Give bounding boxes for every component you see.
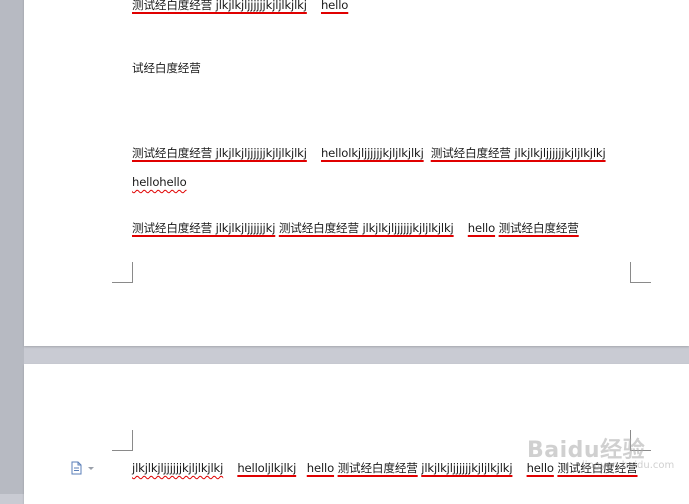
text-run[interactable]: 测试经白度经营 jlkjlkjljjjjjjkjljlkjlkj bbox=[431, 146, 606, 160]
margin-corner-bottom-right bbox=[630, 262, 651, 283]
margin-corner-top-left bbox=[112, 430, 133, 451]
text-run[interactable]: 测试经白度经营 jlkjlkjljjjjjjkjljlkjlkj bbox=[132, 0, 307, 12]
text-run[interactable]: 测试经白度经营 bbox=[338, 461, 418, 475]
paragraph-2-line-1[interactable]: 测试经白度经营 jlkjlkjljjjjjjkj 测试经白度经营 jlkjlkj… bbox=[132, 220, 579, 236]
text-run[interactable]: 测试经白度经营 jlkjlkjljjjjjjkjljlkjlkj bbox=[132, 146, 307, 160]
text-run[interactable]: helloljlkjlkj bbox=[237, 461, 296, 475]
paragraph-1-line-2[interactable]: hellohello bbox=[132, 174, 187, 190]
text-run[interactable]: 测试经白度经营 bbox=[499, 221, 579, 235]
text-run[interactable]: jlkjlkjljjjjjjkjljlkjlkj bbox=[421, 461, 512, 475]
text-line-top[interactable]: 测试经白度经营 jlkjlkjljjjjjjkjljlkjlkj hello bbox=[132, 0, 348, 13]
left-margin-bar bbox=[0, 0, 24, 494]
text-run[interactable]: hello bbox=[307, 461, 334, 475]
baidu-watermark: Baidu经验 jingyan.baidu.com bbox=[527, 432, 674, 471]
margin-corner-bottom-left bbox=[112, 262, 133, 283]
text-run[interactable]: 测试经白度经营 jlkjlkjljjjjjjkjljlkjlkj bbox=[279, 221, 454, 235]
text-run[interactable]: hellohello bbox=[132, 175, 187, 189]
document-page-1[interactable]: 测试经白度经营 jlkjlkjljjjjjjkjljlkjlkj hello 试… bbox=[24, 0, 689, 346]
paragraph-1-line-1[interactable]: 测试经白度经营 jlkjlkjljjjjjjkjljlkjlkj hellolk… bbox=[132, 145, 606, 161]
document-icon bbox=[71, 461, 94, 475]
watermark-sub: jingyan.baidu.com bbox=[582, 460, 675, 471]
text-line-plain[interactable]: 试经白度经营 bbox=[132, 60, 201, 76]
text-run[interactable]: hello bbox=[321, 0, 348, 12]
text-run[interactable]: 测试经白度经营 jlkjlkjljjjjjjkj bbox=[132, 221, 275, 235]
text-run[interactable]: hellolkjljjjjjjkjljlkjlkj bbox=[321, 146, 424, 160]
paste-options-button[interactable] bbox=[70, 460, 96, 475]
text-run[interactable]: jlkjlkjljjjjjjkjljlkjlkj bbox=[132, 461, 223, 475]
chevron-down-icon bbox=[88, 467, 94, 470]
text-run[interactable]: hello bbox=[468, 221, 495, 235]
